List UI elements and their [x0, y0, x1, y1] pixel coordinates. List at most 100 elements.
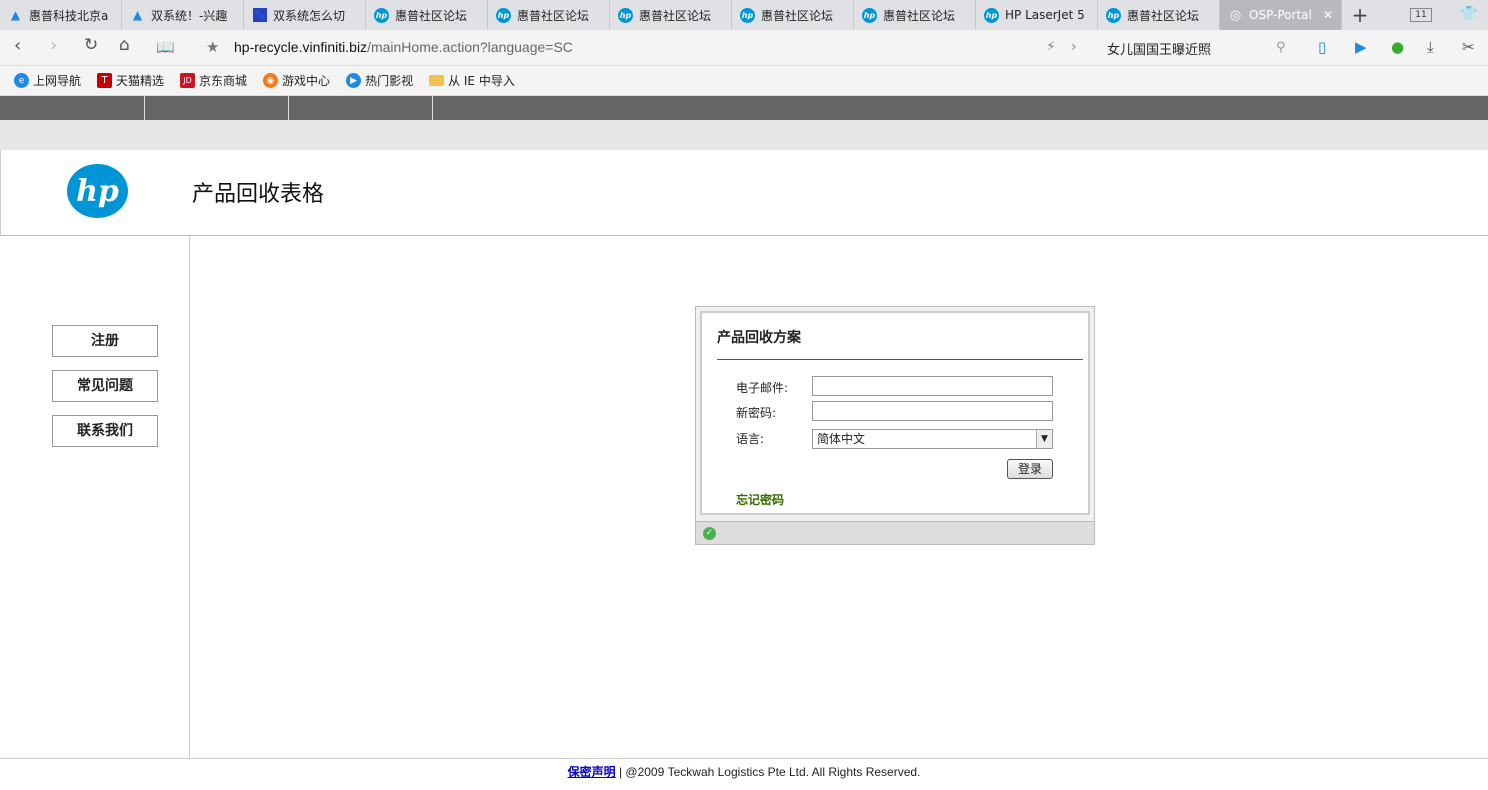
search-input[interactable]: 女儿国国王曝近照 [1107, 39, 1211, 58]
bookmark-item[interactable]: ▶ 热门影视 [346, 72, 413, 89]
hp-icon: hp [984, 7, 999, 23]
bookmark-item[interactable]: e 上网导航 [14, 72, 81, 89]
paw-icon: 🐾 [252, 8, 267, 22]
faq-button[interactable]: 常见问题 [52, 370, 158, 402]
bookmark-label: 天猫精选 [116, 74, 165, 88]
reload-icon[interactable]: ↻ [84, 35, 98, 55]
language-select[interactable]: 简体中文 ▼ [812, 429, 1053, 449]
tab-5[interactable]: hp 惠普社区论坛 [610, 0, 732, 30]
language-value: 简体中文 [817, 432, 866, 446]
forgot-password-link[interactable]: 忘记密码 [736, 491, 784, 508]
forward-icon[interactable]: › [50, 35, 57, 56]
bookmark-item[interactable]: T 天猫精选 [97, 72, 164, 89]
login-title: 产品回收方案 [717, 330, 801, 346]
tab-count-badge[interactable]: 11 [1410, 8, 1432, 22]
tab-2[interactable]: 🐾 双系统怎么切 [244, 0, 366, 30]
tab-label: 惠普社区论坛 [761, 8, 834, 23]
url-field[interactable]: hp-recycle.vinfiniti.biz/mainHome.action… [234, 39, 573, 55]
folder-icon [429, 75, 445, 86]
hp-icon: hp [374, 7, 389, 23]
register-button[interactable]: 注册 [52, 325, 158, 357]
tab-label: 惠普科技北京a [29, 8, 109, 23]
tab-label: 惠普社区论坛 [1127, 8, 1200, 23]
tab-6[interactable]: hp 惠普社区论坛 [732, 0, 854, 30]
star-icon[interactable]: ★ [206, 38, 219, 56]
hp-icon: hp [740, 7, 755, 23]
chevron-right-icon[interactable]: › [1071, 39, 1077, 55]
globe-icon: ◎ [1229, 7, 1242, 23]
bookmark-item[interactable]: 从 IE 中导入 [429, 72, 515, 89]
triangle-icon: ▲ [132, 8, 143, 22]
tab-7[interactable]: hp 惠普社区论坛 [854, 0, 976, 30]
login-panel: 产品回收方案 电子邮件: 新密码: 语言: 简体中文 ▼ 登录 忘记密码 ✓ [695, 306, 1095, 545]
wechat-icon[interactable]: ● [1391, 38, 1404, 56]
tab-label: 惠普社区论坛 [883, 8, 956, 23]
tab-bar: ▲ 惠普科技北京a ▲ 双系统！-兴趣 🐾 双系统怎么切 hp 惠普社区论坛 hp 惠普社区论坛 h… [0, 0, 1488, 30]
search-icon[interactable]: ⚲ [1276, 40, 1286, 55]
email-label: 电子邮件: [736, 381, 789, 395]
bookmark-item[interactable]: ◉ 游戏中心 [263, 72, 330, 89]
divider [717, 359, 1083, 360]
skin-icon[interactable]: 👕 [1460, 6, 1477, 22]
email-field[interactable] [812, 376, 1053, 396]
sub-nav-bar [0, 120, 1488, 150]
top-nav-bar [0, 96, 1488, 120]
play-icon: ▶ [346, 73, 362, 88]
url-domain: hp-recycle.vinfiniti.biz [234, 39, 368, 55]
close-icon[interactable]: ✕ [1323, 8, 1333, 22]
video-icon[interactable]: ▶ [1355, 38, 1367, 56]
bookmark-label: 京东商城 [199, 74, 248, 88]
tab-label: 惠普社区论坛 [639, 8, 712, 23]
tab-label: 惠普社区论坛 [395, 8, 468, 23]
tab-1[interactable]: ▲ 双系统！-兴趣 [122, 0, 244, 30]
tab-label: OSP-Portal [1249, 8, 1312, 22]
tab-10[interactable]: ◎ OSP-Portal ✕ [1220, 0, 1342, 30]
tab-label: 惠普社区论坛 [517, 8, 590, 23]
lightning-icon[interactable]: ⚡ [1046, 39, 1056, 55]
gamepad-icon: ◉ [263, 73, 279, 88]
chevron-down-icon[interactable]: ▼ [1036, 430, 1052, 448]
hp-icon: hp [862, 7, 877, 23]
tab-3[interactable]: hp 惠普社区论坛 [366, 0, 488, 30]
hp-icon: hp [496, 7, 511, 23]
tmall-icon: T [97, 73, 113, 88]
copyright-text: | @2009 Teckwah Logistics Pte Ltd. All R… [615, 765, 921, 779]
sidebar: 注册 常见问题 联系我们 [0, 236, 190, 758]
contact-us-button[interactable]: 联系我们 [52, 415, 158, 447]
password-label: 新密码: [736, 406, 777, 420]
login-form: 产品回收方案 电子邮件: 新密码: 语言: 简体中文 ▼ 登录 忘记密码 [700, 311, 1090, 515]
tab-label: 双系统！-兴趣 [151, 8, 228, 23]
tab-9[interactable]: hp 惠普社区论坛 [1098, 0, 1220, 30]
triangle-icon: ▲ [10, 8, 21, 22]
new-tab-icon[interactable]: + [1342, 0, 1378, 30]
tab-label: HP LaserJet 5 [1005, 8, 1085, 22]
hp-logo: hp [67, 164, 128, 218]
footer: 保密声明 | @2009 Teckwah Logistics Pte Ltd. … [0, 758, 1488, 790]
login-button[interactable]: 登录 [1007, 459, 1053, 479]
page-header: hp 产品回收表格 [0, 150, 1488, 236]
page-title: 产品回收表格 [192, 182, 325, 207]
hp-icon: hp [618, 7, 633, 23]
bookmark-label: 上网导航 [33, 74, 82, 88]
tab-8[interactable]: hp HP LaserJet 5 [976, 0, 1098, 30]
language-label: 语言: [736, 432, 765, 446]
ie-icon: e [14, 73, 29, 88]
url-path: /mainHome.action?language=SC [367, 39, 573, 55]
tab-label: 双系统怎么切 [273, 8, 346, 23]
home-icon[interactable]: ⌂ [119, 35, 130, 55]
bookmark-item[interactable]: JD 京东商城 [180, 72, 247, 89]
hp-icon: hp [1106, 7, 1121, 23]
phone-icon[interactable]: ▯ [1318, 38, 1326, 56]
back-icon[interactable]: ‹ [14, 35, 21, 56]
bookmark-label: 从 IE 中导入 [448, 74, 515, 88]
tab-0[interactable]: ▲ 惠普科技北京a [0, 0, 122, 30]
address-bar: ‹ › ↻ ⌂ 📖 ★ hp-recycle.vinfiniti.biz/mai… [0, 30, 1488, 66]
tab-4[interactable]: hp 惠普社区论坛 [488, 0, 610, 30]
bookmarks-bar: e 上网导航 T 天猫精选 JD 京东商城 ◉ 游戏中心 ▶ 热门影视 从 IE 中导入 [0, 66, 1488, 96]
download-icon[interactable]: ⤓ [1427, 38, 1434, 56]
bookmark-label: 游戏中心 [282, 74, 331, 88]
reader-icon[interactable]: 📖 [156, 38, 175, 56]
privacy-link[interactable]: 保密声明 [568, 765, 616, 779]
password-field[interactable] [812, 401, 1053, 421]
scissors-icon[interactable]: ✂ [1462, 38, 1475, 56]
